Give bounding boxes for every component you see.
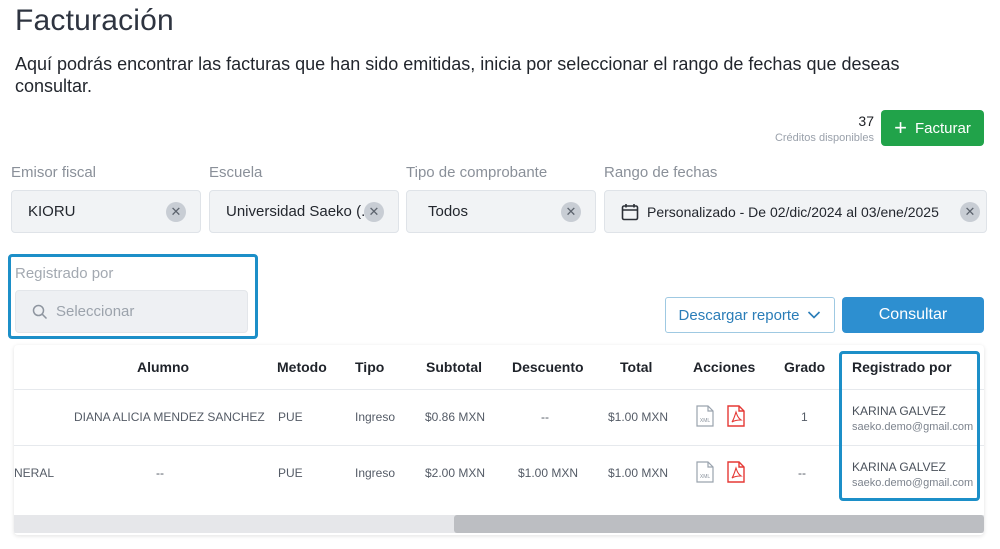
cell-subtotal: $2.00 MXN: [425, 466, 486, 480]
registrado-column-highlight: [839, 351, 980, 501]
facturar-label: Facturar: [915, 119, 971, 137]
clear-rango-icon[interactable]: ✕: [960, 201, 980, 222]
plus-icon: +: [894, 115, 907, 140]
pdf-file-icon[interactable]: [727, 405, 745, 427]
xml-file-icon[interactable]: XML: [696, 461, 714, 483]
emisor-label: Emisor fiscal: [11, 164, 97, 181]
horizontal-scrollbar[interactable]: [14, 515, 984, 533]
cell-descuento: $1.00 MXN: [518, 466, 579, 480]
registrado-label: Registrado por: [15, 265, 114, 282]
cell-descuento: --: [541, 410, 549, 424]
xml-text: XML: [700, 418, 711, 424]
credits-label: Créditos disponibles: [774, 132, 874, 144]
clear-emisor-icon[interactable]: ✕: [166, 201, 186, 222]
registrado-placeholder: Seleccionar: [56, 303, 135, 320]
page-intro: Aquí podrás encontrar las facturas que h…: [15, 54, 900, 96]
search-icon: [32, 304, 48, 319]
calendar-icon: [621, 203, 639, 220]
credits-info: 37 Créditos disponibles: [775, 113, 874, 145]
escuela-value: Universidad Saeko (...: [226, 203, 364, 220]
rango-select[interactable]: Personalizado - De 02/dic/2024 al 03/ene…: [604, 190, 987, 233]
cell-total: $1.00 MXN: [608, 466, 669, 480]
rango-value: Personalizado - De 02/dic/2024 al 03/ene…: [647, 203, 939, 220]
header-subtotal: Subtotal: [426, 359, 482, 375]
chevron-down-icon: [808, 311, 821, 319]
header-acciones: Acciones: [693, 359, 756, 375]
tipo-label: Tipo de comprobante: [406, 164, 548, 181]
cell-alumno: DIANA ALICIA MENDEZ SANCHEZ: [74, 410, 265, 424]
descargar-reporte-button[interactable]: Descargar reporte: [665, 297, 835, 333]
cell-subtotal: $0.86 MXN: [425, 410, 486, 424]
header-grado: Grado: [784, 359, 826, 375]
cell-grado: --: [798, 466, 806, 480]
cell-total: $1.00 MXN: [608, 410, 669, 424]
emisor-value: KIORU: [28, 203, 76, 220]
credits-count: 37: [858, 113, 874, 129]
clear-escuela-icon[interactable]: ✕: [364, 201, 384, 222]
clear-tipo-icon[interactable]: ✕: [561, 201, 581, 222]
scrollbar-thumb[interactable]: [454, 515, 984, 533]
header-tipo: Tipo: [355, 359, 385, 375]
consultar-button[interactable]: Consultar: [842, 297, 984, 333]
cell-metodo: PUE: [278, 410, 303, 424]
escuela-select[interactable]: Universidad Saeko (... ✕: [209, 190, 399, 233]
cell-alumno: --: [156, 466, 164, 480]
escuela-label: Escuela: [209, 164, 263, 181]
cell-tipo: Ingreso: [355, 410, 396, 424]
descargar-label: Descargar reporte: [678, 306, 800, 324]
tipo-select[interactable]: Todos ✕: [406, 190, 596, 233]
facturar-button[interactable]: + Facturar: [881, 110, 984, 146]
header-total: Total: [620, 359, 653, 375]
rango-label: Rango de fechas: [604, 164, 718, 181]
page-title: Facturación: [15, 4, 174, 37]
registrado-search-input[interactable]: Seleccionar: [15, 290, 248, 333]
registrado-filter: Registrado por Seleccionar: [8, 254, 258, 339]
cell-grado: 1: [801, 410, 808, 424]
header-alumno: Alumno: [137, 359, 190, 375]
xml-text: XML: [700, 474, 711, 480]
header-descuento: Descuento: [512, 359, 584, 375]
header-metodo: Metodo: [277, 359, 327, 375]
emisor-select[interactable]: KIORU ✕: [11, 190, 201, 233]
cell-metodo: PUE: [278, 466, 303, 480]
cell-tipo: Ingreso: [355, 466, 396, 480]
pdf-file-icon[interactable]: [727, 461, 745, 483]
xml-file-icon[interactable]: XML: [696, 405, 714, 427]
cell-leading: NERAL: [14, 466, 55, 480]
tipo-value: Todos: [428, 203, 469, 220]
